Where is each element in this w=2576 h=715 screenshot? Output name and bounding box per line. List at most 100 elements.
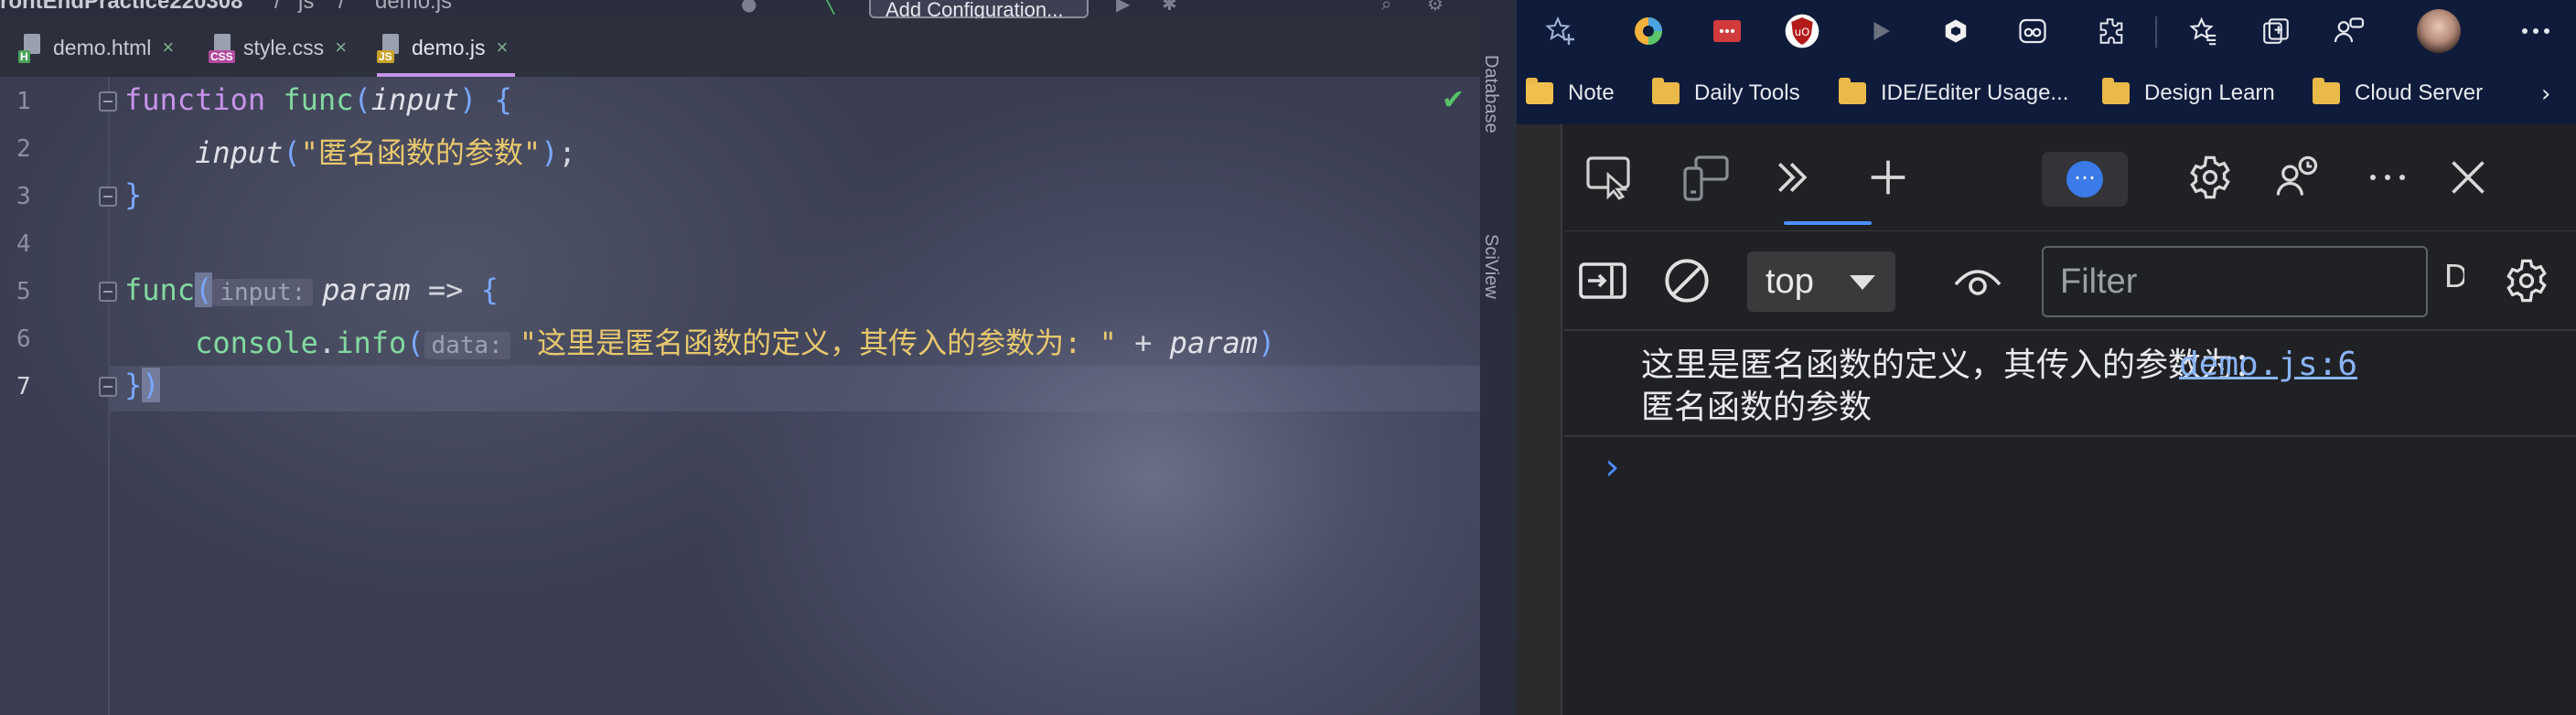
bookmarks-bar: Note Daily Tools IDE/Editer Usage... Des… <box>1517 62 2576 124</box>
fold-toggle-icon[interactable] <box>99 282 117 302</box>
tab-style-css[interactable]: CSS style.css × <box>209 18 347 77</box>
console-prompt-chevron-icon[interactable]: › <box>1601 446 1623 488</box>
context-selector[interactable]: top <box>1747 251 1895 312</box>
profile-switch-icon[interactable] <box>2331 13 2367 49</box>
current-line-highlight <box>110 366 1480 411</box>
bookmark-cloud-server[interactable]: Cloud Server <box>2313 75 2483 112</box>
ide-window: rontEndPractice220308 / js / demo.js ● ╲… <box>0 0 1517 715</box>
tab-demo-js[interactable]: JS demo.js × <box>377 18 516 77</box>
inspect-element-icon[interactable] <box>1581 148 1639 207</box>
glasses-icon[interactable] <box>2014 13 2051 49</box>
html-file-icon: H <box>18 32 46 63</box>
device-emulation-icon[interactable] <box>1676 148 1734 207</box>
fold-toggle-icon[interactable] <box>99 187 117 207</box>
line-number: 2 <box>16 135 31 163</box>
devtools-more-icon[interactable] <box>2358 148 2417 207</box>
devtools-tab-bar <box>1564 124 2576 230</box>
play-icon[interactable] <box>1862 13 1899 49</box>
collections-star-icon[interactable] <box>2184 13 2221 49</box>
bookmark-design-learn[interactable]: Design Learn <box>2102 75 2275 112</box>
favorites-add-icon[interactable] <box>1542 13 1579 49</box>
line-number: 1 <box>16 88 31 115</box>
fold-toggle-icon[interactable] <box>99 91 117 112</box>
more-tabs-chevron-icon[interactable] <box>1764 148 1822 207</box>
code-line-5: func(input: param => { <box>124 272 499 307</box>
css-file-icon: CSS <box>209 32 236 63</box>
folder-icon <box>1839 78 1866 104</box>
line-number: 3 <box>16 183 31 210</box>
filter-input[interactable] <box>2042 246 2428 317</box>
close-icon[interactable]: × <box>162 36 174 59</box>
clear-console-icon[interactable] <box>1658 251 1716 310</box>
add-tab-icon[interactable] <box>1859 148 1917 207</box>
collections-icon[interactable] <box>2258 13 2294 49</box>
page-content-edge <box>1517 124 1562 715</box>
folder-icon <box>2102 78 2130 104</box>
param-hint: input: <box>212 279 314 306</box>
ide-toolbar: rontEndPractice220308 / js / demo.js ● ╲… <box>0 0 1517 21</box>
console-message: 这里是匿名函数的定义，其传入的参数为： 匿名函数的参数 demo.js:6 <box>1564 331 2576 437</box>
hexagon-icon[interactable] <box>1937 13 1974 49</box>
bookmark-daily-tools[interactable]: Daily Tools <box>1652 75 1800 112</box>
color-wheel-icon[interactable] <box>1630 13 1667 49</box>
close-devtools-icon[interactable] <box>2439 148 2497 207</box>
tab-label: demo.html <box>53 35 152 59</box>
run-icon[interactable]: ▶ <box>1116 0 1136 15</box>
close-icon[interactable]: × <box>497 36 509 59</box>
live-expression-eye-icon[interactable] <box>1948 251 2007 310</box>
console-settings-gear-icon[interactable] <box>2497 251 2556 310</box>
tab-demo-html[interactable]: H demo.html × <box>18 18 174 77</box>
more-icon[interactable] <box>2517 13 2554 49</box>
active-tab-indicator <box>1784 221 1872 225</box>
line-number: 5 <box>16 278 31 305</box>
code-editor[interactable]: 1 2 3 4 5 6 7 function func(input) { inp… <box>0 77 1480 715</box>
show-sidebar-icon[interactable] <box>1573 251 1632 310</box>
no-problems-check-icon[interactable]: ✔ <box>1442 84 1465 116</box>
console-toolbar: top D <box>1564 230 2576 331</box>
close-icon[interactable]: × <box>335 36 347 59</box>
customize-people-icon[interactable] <box>2269 148 2327 207</box>
extension-toolbar: uO <box>1517 0 2576 62</box>
fold-toggle-icon[interactable] <box>99 377 117 397</box>
code-line-2: input("匿名函数的参数"); <box>195 135 576 170</box>
toolbar-divider <box>2155 16 2157 48</box>
ext-red-icon[interactable] <box>1709 13 1745 49</box>
chat-bubble-icon <box>2066 159 2103 197</box>
project-name[interactable]: rontEndPractice220308 <box>0 0 242 15</box>
user-icon[interactable]: ● <box>741 0 761 15</box>
breadcrumb-sep: / <box>338 0 345 14</box>
line-number: 6 <box>16 325 31 353</box>
line-gutter: 1 2 3 4 5 6 7 <box>0 77 110 715</box>
avatar[interactable] <box>2417 9 2461 53</box>
code-line-7: }) <box>124 368 160 402</box>
bookmarks-overflow-icon[interactable]: › <box>2541 80 2550 108</box>
devtools-panel: top D 这里是匿名函数的定义，其传入的参数为： 匿名函数的参数 demo.j… <box>1564 124 2576 715</box>
breadcrumb-file[interactable]: demo.js <box>375 0 452 15</box>
ublock-icon[interactable]: uO <box>1784 13 1820 49</box>
sciview-tool-button[interactable]: SciView <box>1480 234 1501 299</box>
settings-gear-icon[interactable] <box>2181 148 2239 207</box>
line-number: 4 <box>16 230 31 258</box>
folder-icon <box>1526 78 1553 104</box>
puzzle-icon[interactable] <box>2093 13 2130 49</box>
param-hint: data: <box>424 332 510 359</box>
build-hammer-icon[interactable]: ╲ <box>823 0 843 15</box>
feedback-button[interactable] <box>2042 152 2128 207</box>
breadcrumb-sep: / <box>274 0 281 14</box>
js-file-icon: JS <box>377 32 404 63</box>
debug-icon[interactable]: ✱ <box>1162 0 1182 15</box>
run-configuration-dropdown[interactable]: Add Configuration... <box>869 0 1089 21</box>
code-line-6: console.info(data: "这里是匿名函数的定义，其传入的参数为: "… <box>195 325 1276 360</box>
code-line-1: function func(input) { <box>124 82 512 117</box>
line-number: 7 <box>16 373 31 400</box>
breadcrumb-folder[interactable]: js <box>298 0 314 15</box>
database-tool-button[interactable]: Database <box>1480 55 1501 133</box>
source-link[interactable]: demo.js:6 <box>2179 344 2357 386</box>
settings-icon[interactable]: ⚙ <box>1427 0 1447 15</box>
search-icon[interactable]: ⌕ <box>1381 0 1401 15</box>
tab-label: demo.js <box>412 35 486 59</box>
chevron-down-icon <box>1850 275 1875 290</box>
bookmark-note[interactable]: Note <box>1526 75 1615 112</box>
log-levels-dropdown[interactable]: D <box>2444 257 2464 303</box>
bookmark-ide-usage[interactable]: IDE/Editer Usage... <box>1839 75 2068 112</box>
